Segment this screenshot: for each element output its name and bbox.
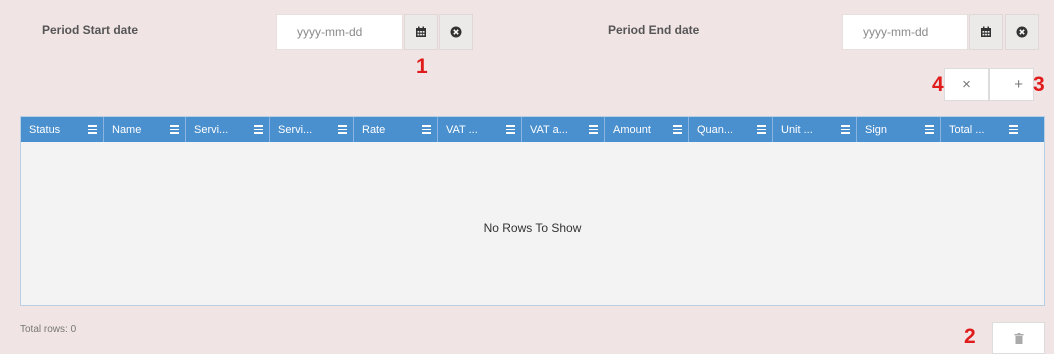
column-header-unit[interactable]: Unit ... (773, 117, 857, 142)
period-end-label: Period End date (608, 23, 700, 37)
column-header-status[interactable]: Status (21, 117, 104, 142)
data-grid: Status Name Servi... Servi... Rate VAT .… (20, 116, 1045, 306)
column-menu-icon[interactable] (841, 125, 850, 134)
column-header-vat[interactable]: VAT ... (438, 117, 522, 142)
delete-button[interactable] (992, 322, 1045, 354)
column-menu-icon[interactable] (506, 125, 515, 134)
marker-1: 1 (416, 55, 428, 78)
column-menu-icon[interactable] (254, 125, 263, 134)
clear-circle-icon (1016, 26, 1028, 38)
column-menu-icon[interactable] (925, 125, 934, 134)
clear-rows-button[interactable]: × (944, 68, 989, 101)
calendar-icon (416, 26, 426, 37)
period-end-input[interactable] (842, 14, 968, 50)
column-menu-icon[interactable] (673, 125, 682, 134)
column-menu-icon[interactable] (589, 125, 598, 134)
marker-3: 3 (1033, 73, 1045, 96)
start-clear-button[interactable] (439, 14, 473, 50)
column-header-vat-amount[interactable]: VAT a... (522, 117, 605, 142)
period-start-input[interactable] (276, 14, 403, 50)
column-header-service-1[interactable]: Servi... (186, 117, 270, 142)
column-header-sign[interactable]: Sign (857, 117, 941, 142)
column-menu-icon[interactable] (170, 125, 179, 134)
calendar-icon (981, 26, 991, 37)
column-menu-icon[interactable] (1009, 125, 1018, 134)
add-row-button[interactable]: + (989, 68, 1034, 101)
total-rows-count: Total rows: 0 (20, 324, 77, 335)
column-menu-icon[interactable] (338, 125, 347, 134)
column-menu-icon[interactable] (422, 125, 431, 134)
end-clear-button[interactable] (1005, 14, 1039, 50)
end-calendar-button[interactable] (969, 14, 1003, 50)
column-header-total[interactable]: Total ... (941, 117, 1024, 142)
marker-4: 4 (932, 73, 944, 96)
column-header-quantity[interactable]: Quan... (689, 117, 773, 142)
column-header-service-2[interactable]: Servi... (270, 117, 354, 142)
column-header-name[interactable]: Name (104, 117, 186, 142)
close-icon: × (962, 76, 971, 93)
column-menu-icon[interactable] (757, 125, 766, 134)
marker-2: 2 (964, 325, 976, 348)
column-header-amount[interactable]: Amount (605, 117, 689, 142)
no-rows-message: No Rows To Show (483, 221, 582, 235)
trash-icon (1014, 332, 1023, 344)
plus-icon: + (1014, 76, 1023, 93)
start-calendar-button[interactable] (404, 14, 438, 50)
period-start-label: Period Start date (42, 23, 139, 37)
grid-header: Status Name Servi... Servi... Rate VAT .… (21, 117, 1044, 142)
column-menu-icon[interactable] (88, 125, 97, 134)
column-header-rate[interactable]: Rate (354, 117, 438, 142)
clear-circle-icon (450, 26, 462, 38)
